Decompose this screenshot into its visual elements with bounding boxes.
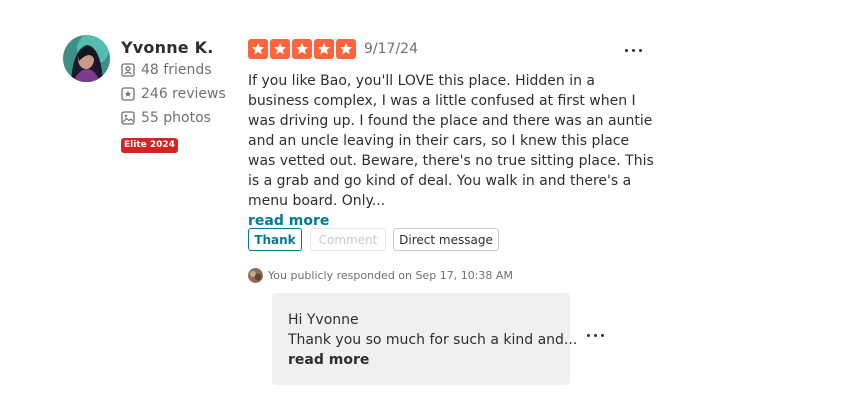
reviewer-avatar[interactable] xyxy=(63,35,110,82)
star-icon xyxy=(270,39,290,59)
review-more-options-button[interactable] xyxy=(625,49,642,52)
ellipsis-icon xyxy=(639,49,642,52)
response-read-more-link[interactable]: read more xyxy=(288,350,554,370)
star-rating xyxy=(248,39,356,59)
reviews-label: 246 reviews xyxy=(141,86,226,102)
ellipsis-icon xyxy=(587,334,590,337)
star-icon xyxy=(314,39,334,59)
photo-icon xyxy=(121,111,135,125)
ellipsis-icon xyxy=(632,49,635,52)
review-text: If you like Bao, you'll LOVE this place.… xyxy=(248,71,660,231)
response-greeting: Hi Yvonne xyxy=(288,312,359,328)
review-star-icon xyxy=(121,87,135,101)
friends-icon xyxy=(121,63,135,77)
comment-button: Comment xyxy=(310,228,386,251)
response-text: Thank you so much for such a kind and... xyxy=(288,332,578,348)
star-icon xyxy=(248,39,268,59)
friends-count: 48 friends xyxy=(121,62,212,78)
review-body: If you like Bao, you'll LOVE this place.… xyxy=(248,73,654,209)
response-status-text: You publicly responded on Sep 17, 10:38 … xyxy=(268,269,513,282)
elite-badge: Elite 2024 xyxy=(121,138,178,153)
photos-count: 55 photos xyxy=(121,110,211,126)
star-icon xyxy=(292,39,312,59)
ellipsis-icon xyxy=(594,334,597,337)
star-icon xyxy=(336,39,356,59)
review-date: 9/17/24 xyxy=(364,41,418,57)
response-status: You publicly responded on Sep 17, 10:38 … xyxy=(248,268,513,283)
ellipsis-icon xyxy=(601,334,604,337)
thank-button[interactable]: Thank xyxy=(248,228,302,251)
direct-message-button[interactable]: Direct message xyxy=(393,228,499,251)
owner-response-box: Hi Yvonne Thank you so much for such a k… xyxy=(272,293,578,385)
response-more-options-button[interactable] xyxy=(587,334,604,337)
reviews-count: 246 reviews xyxy=(121,86,226,102)
photos-label: 55 photos xyxy=(141,110,211,126)
friends-label: 48 friends xyxy=(141,62,212,78)
reviewer-name[interactable]: Yvonne K. xyxy=(121,38,214,57)
ellipsis-icon xyxy=(625,49,628,52)
review-read-more-link[interactable]: read more xyxy=(248,213,329,229)
business-avatar xyxy=(248,268,263,283)
